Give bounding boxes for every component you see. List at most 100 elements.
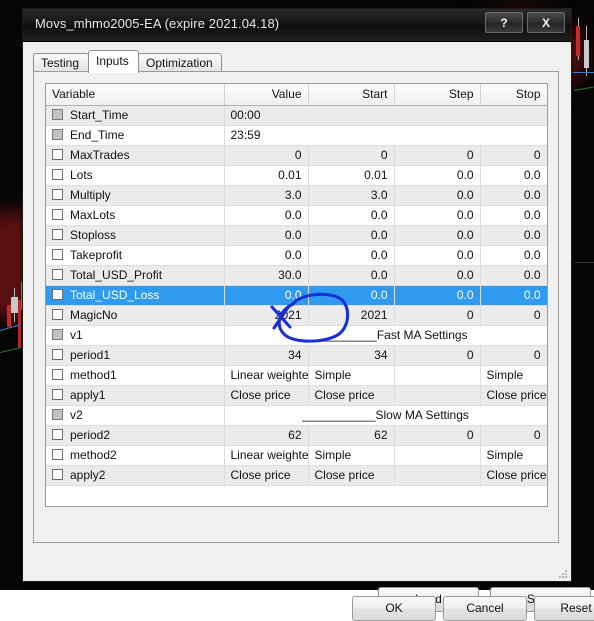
- cell-step[interactable]: 0: [394, 345, 481, 366]
- reset-button[interactable]: Reset: [534, 596, 594, 621]
- checkbox-icon[interactable]: [52, 209, 63, 220]
- cell-variable[interactable]: Start_Time: [46, 105, 225, 126]
- checkbox-icon[interactable]: [52, 449, 63, 460]
- cell-step[interactable]: [394, 445, 481, 466]
- cell-step[interactable]: 0.0: [394, 285, 481, 306]
- column-header-stop[interactable]: Stop: [480, 84, 547, 106]
- cell-stop[interactable]: 0.0: [480, 185, 547, 206]
- cell-section-separator[interactable]: ___________Slow MA Settings: [224, 405, 547, 426]
- table-row[interactable]: Start_Time 00:00: [46, 105, 547, 126]
- tab-optimization[interactable]: Optimization: [138, 53, 222, 72]
- cell-variable[interactable]: apply1: [46, 385, 225, 406]
- table-row[interactable]: v1 ___________Fast MA Settings: [46, 325, 547, 346]
- table-row[interactable]: MagicNo 2021 2021 0 0: [46, 305, 547, 326]
- cell-start[interactable]: Close price: [308, 385, 395, 406]
- cell-stop[interactable]: Simple: [480, 365, 547, 386]
- cell-start[interactable]: 0.0: [308, 205, 395, 226]
- cell-variable[interactable]: MagicNo: [46, 305, 225, 326]
- cell-value[interactable]: 34: [224, 345, 309, 366]
- cell-start[interactable]: 0.01: [308, 165, 395, 186]
- cell-step[interactable]: 0: [394, 305, 481, 326]
- cell-variable[interactable]: Total_USD_Profit: [46, 265, 225, 286]
- column-header-start[interactable]: Start: [308, 84, 395, 106]
- checkbox-icon[interactable]: [52, 129, 63, 140]
- cell-stop[interactable]: 0.0: [480, 205, 547, 226]
- help-button[interactable]: ?: [485, 12, 523, 33]
- cell-value-span[interactable]: 23:59: [224, 125, 547, 146]
- cell-value[interactable]: 30.0: [224, 265, 309, 286]
- cell-variable[interactable]: period2: [46, 425, 225, 446]
- cell-variable[interactable]: Lots: [46, 165, 225, 186]
- cell-variable[interactable]: v1: [46, 325, 225, 346]
- cell-step[interactable]: 0.0: [394, 245, 481, 266]
- checkbox-icon[interactable]: [52, 429, 63, 440]
- column-header-variable[interactable]: Variable: [46, 84, 225, 106]
- checkbox-icon[interactable]: [52, 409, 63, 420]
- cell-value[interactable]: 0.0: [224, 205, 309, 226]
- cell-stop[interactable]: 0: [480, 345, 547, 366]
- resize-grip-icon[interactable]: [556, 567, 568, 579]
- cell-value-span[interactable]: 00:00: [224, 105, 547, 126]
- cell-start[interactable]: Simple: [308, 365, 395, 386]
- tab-testing[interactable]: Testing: [33, 53, 89, 72]
- table-row[interactable]: MaxTrades 0 0 0 0: [46, 145, 547, 166]
- cell-stop[interactable]: Simple: [480, 445, 547, 466]
- table-row[interactable]: apply2 Close price Close price Close price: [46, 465, 547, 486]
- table-row[interactable]: Takeprofit 0.0 0.0 0.0 0.0: [46, 245, 547, 266]
- cell-variable[interactable]: Stoploss: [46, 225, 225, 246]
- cell-step[interactable]: [394, 465, 481, 486]
- table-row[interactable]: apply1 Close price Close price Close price: [46, 385, 547, 406]
- cell-start[interactable]: 0: [308, 145, 395, 166]
- table-row[interactable]: MaxLots 0.0 0.0 0.0 0.0: [46, 205, 547, 226]
- column-header-step[interactable]: Step: [394, 84, 481, 106]
- cell-stop[interactable]: 0: [480, 305, 547, 326]
- checkbox-icon[interactable]: [52, 169, 63, 180]
- tab-inputs[interactable]: Inputs: [88, 50, 139, 73]
- table-row[interactable]: period2 62 62 0 0: [46, 425, 547, 446]
- cell-step[interactable]: [394, 385, 481, 406]
- cell-value[interactable]: 2021: [224, 305, 309, 326]
- cell-step[interactable]: [394, 365, 481, 386]
- cell-variable[interactable]: apply2: [46, 465, 225, 486]
- table-row[interactable]: v2 ___________Slow MA Settings: [46, 405, 547, 426]
- inputs-table[interactable]: Variable Value Start Step Stop Start_Tim…: [45, 83, 548, 507]
- cancel-button[interactable]: Cancel: [443, 596, 527, 621]
- title-bar[interactable]: Movs_mhmo2005-EA (expire 2021.04.18) ? X: [23, 9, 571, 42]
- cell-step[interactable]: 0.0: [394, 265, 481, 286]
- cell-value[interactable]: 0.0: [224, 245, 309, 266]
- cell-stop[interactable]: 0.0: [480, 265, 547, 286]
- table-row[interactable]: Multiply 3.0 3.0 0.0 0.0: [46, 185, 547, 206]
- checkbox-icon[interactable]: [52, 149, 63, 160]
- checkbox-icon[interactable]: [52, 309, 63, 320]
- table-row[interactable]: Total_USD_Profit 30.0 0.0 0.0 0.0: [46, 265, 547, 286]
- cell-variable[interactable]: method1: [46, 365, 225, 386]
- checkbox-icon[interactable]: [52, 289, 63, 300]
- cell-step[interactable]: 0.0: [394, 205, 481, 226]
- cell-start[interactable]: 62: [308, 425, 395, 446]
- checkbox-icon[interactable]: [52, 349, 63, 360]
- table-row[interactable]: End_Time 23:59: [46, 125, 547, 146]
- cell-variable[interactable]: method2: [46, 445, 225, 466]
- cell-value[interactable]: 0: [224, 145, 309, 166]
- cell-stop[interactable]: Close price: [480, 465, 547, 486]
- cell-start[interactable]: 0.0: [308, 245, 395, 266]
- cell-step[interactable]: 0.0: [394, 185, 481, 206]
- cell-value[interactable]: 62: [224, 425, 309, 446]
- close-button[interactable]: X: [527, 12, 565, 33]
- cell-start[interactable]: 2021: [308, 305, 395, 326]
- table-row[interactable]: method1 Linear weighted Simple Simple: [46, 365, 547, 386]
- checkbox-icon[interactable]: [52, 469, 63, 480]
- cell-start[interactable]: 0.0: [308, 285, 395, 306]
- checkbox-icon[interactable]: [52, 229, 63, 240]
- column-header-value[interactable]: Value: [224, 84, 309, 106]
- cell-step[interactable]: 0: [394, 425, 481, 446]
- checkbox-icon[interactable]: [52, 389, 63, 400]
- cell-stop[interactable]: Close price: [480, 385, 547, 406]
- cell-stop[interactable]: 0.0: [480, 165, 547, 186]
- cell-variable[interactable]: MaxTrades: [46, 145, 225, 166]
- cell-step[interactable]: 0: [394, 145, 481, 166]
- cell-value[interactable]: 0.0: [224, 285, 309, 306]
- cell-variable[interactable]: Total_USD_Loss: [46, 285, 225, 306]
- checkbox-icon[interactable]: [52, 269, 63, 280]
- table-row[interactable]: period1 34 34 0 0: [46, 345, 547, 366]
